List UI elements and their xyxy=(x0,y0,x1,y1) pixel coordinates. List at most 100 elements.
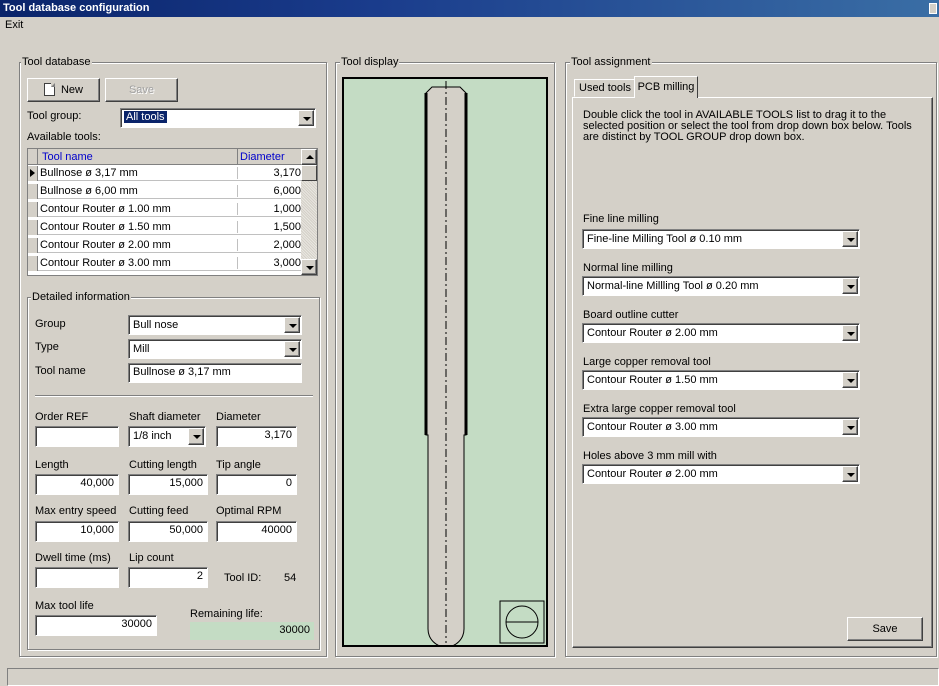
tool-display-title: Tool display xyxy=(340,56,400,68)
tab-pcb-milling[interactable]: PCB milling xyxy=(634,76,698,98)
tool-diameter-cell: 6,000 xyxy=(237,185,303,197)
large-copper-label: Large copper removal tool xyxy=(583,356,711,368)
new-label: New xyxy=(60,84,83,96)
tool-name-field[interactable]: Bullnose ø 3,17 mm xyxy=(128,363,302,383)
chevron-down-icon[interactable] xyxy=(284,317,300,333)
fine-line-select[interactable]: Fine-line Milling Tool ø 0.10 mm xyxy=(582,229,860,249)
tab-used-tools[interactable]: Used tools xyxy=(574,79,636,97)
shaft-diameter-label: Shaft diameter xyxy=(129,411,201,423)
normal-line-label: Normal line milling xyxy=(583,262,673,274)
chevron-down-icon[interactable] xyxy=(188,428,204,445)
chevron-down-icon[interactable] xyxy=(842,325,858,341)
scroll-thumb[interactable] xyxy=(301,165,317,181)
column-header-name[interactable]: Tool name xyxy=(42,151,93,163)
table-row[interactable]: Bullnose ø 3,17 mm 3,170 xyxy=(28,166,306,181)
tool-id-value: 54 xyxy=(284,572,297,584)
tool-group-label: Tool group: xyxy=(27,110,82,122)
large-copper-select[interactable]: Contour Router ø 1.50 mm xyxy=(582,370,860,390)
cutting-length-label: Cutting length xyxy=(129,459,197,471)
holes-mill-label: Holes above 3 mm mill with xyxy=(583,450,717,462)
tip-angle-field[interactable]: 0 xyxy=(216,474,297,495)
row-pointer-icon xyxy=(30,169,35,177)
extra-large-copper-select[interactable]: Contour Router ø 3.00 mm xyxy=(582,417,860,437)
dwell-time-field[interactable] xyxy=(35,567,119,588)
available-tools-grid[interactable]: Tool name Diameter Bullnose ø 3,17 mm 3,1… xyxy=(27,148,318,276)
table-row[interactable]: Contour Router ø 1.00 mm 1,000 xyxy=(28,202,306,217)
table-row[interactable]: Contour Router ø 3.00 mm 3,000 xyxy=(28,256,306,271)
tool-group-value: All tools xyxy=(124,111,167,123)
chevron-down-icon[interactable] xyxy=(842,466,858,482)
normal-line-select[interactable]: Normal-line Millling Tool ø 0.20 mm xyxy=(582,276,860,296)
type-select[interactable]: Mill xyxy=(128,339,302,359)
outline-cutter-select[interactable]: Contour Router ø 2.00 mm xyxy=(582,323,860,343)
optimal-rpm-field[interactable]: 40000 xyxy=(216,521,297,542)
group-select[interactable]: Bull nose xyxy=(128,315,302,335)
max-entry-speed-field[interactable]: 10,000 xyxy=(35,521,119,542)
tool-drawing xyxy=(424,81,545,648)
tool-name-cell: Bullnose ø 6,00 mm xyxy=(40,185,138,197)
tool-diameter-cell: 2,000 xyxy=(237,239,303,251)
table-row[interactable]: Bullnose ø 6,00 mm 6,000 xyxy=(28,184,306,199)
cutting-length-field[interactable]: 15,000 xyxy=(128,474,208,495)
lip-count-field[interactable]: 2 xyxy=(128,567,208,588)
chevron-down-icon[interactable] xyxy=(842,278,858,294)
lip-count-label: Lip count xyxy=(129,552,174,564)
chevron-down-icon[interactable] xyxy=(842,372,858,388)
tool-name-cell: Contour Router ø 2.00 mm xyxy=(40,239,171,251)
tip-angle-label: Tip angle xyxy=(216,459,261,471)
outline-cutter-value: Contour Router ø 2.00 mm xyxy=(587,327,718,339)
tool-display-canvas xyxy=(342,77,548,648)
normal-line-value: Normal-line Millling Tool ø 0.20 mm xyxy=(587,280,759,292)
remaining-life-label: Remaining life: xyxy=(190,608,263,620)
detailed-info-title: Detailed information xyxy=(31,291,131,303)
chevron-down-icon[interactable] xyxy=(842,419,858,435)
optimal-rpm-label: Optimal RPM xyxy=(216,505,282,517)
shaft-diameter-select[interactable]: 1/8 inch xyxy=(128,426,206,447)
scroll-down-icon[interactable] xyxy=(301,259,317,275)
length-field[interactable]: 40,000 xyxy=(35,474,119,495)
table-row[interactable]: Contour Router ø 2.00 mm 2,000 xyxy=(28,238,306,253)
window-control-button[interactable] xyxy=(929,3,937,14)
holes-mill-select[interactable]: Contour Router ø 2.00 mm xyxy=(582,464,860,484)
column-header-diameter[interactable]: Diameter xyxy=(237,149,304,165)
large-copper-value: Contour Router ø 1.50 mm xyxy=(587,374,718,386)
max-tool-life-label: Max tool life xyxy=(35,600,94,612)
order-ref-label: Order REF xyxy=(35,411,89,423)
new-doc-icon xyxy=(43,83,55,96)
save-assignment-button[interactable]: Save xyxy=(847,617,923,641)
shaft-diameter-value: 1/8 inch xyxy=(133,430,172,442)
grid-scrollbar[interactable] xyxy=(301,149,317,275)
fine-line-value: Fine-line Milling Tool ø 0.10 mm xyxy=(587,233,743,245)
chevron-down-icon[interactable] xyxy=(298,110,314,126)
type-value: Mill xyxy=(133,343,150,355)
diameter-field[interactable]: 3,170 xyxy=(216,426,297,447)
tool-name-label: Tool name xyxy=(35,365,86,377)
new-button[interactable]: New xyxy=(27,78,100,102)
order-ref-field[interactable] xyxy=(35,426,119,447)
tool-diameter-cell: 1,500 xyxy=(237,221,303,233)
tool-assignment-title: Tool assignment xyxy=(570,56,652,68)
window-title: Tool database configuration xyxy=(3,2,150,14)
save-tool-button[interactable]: Save xyxy=(105,78,178,102)
tool-name-cell: Contour Router ø 3.00 mm xyxy=(40,257,171,269)
max-tool-life-field[interactable]: 30000 xyxy=(35,615,157,636)
available-tools-label: Available tools: xyxy=(27,131,101,143)
tool-group-select[interactable]: All tools xyxy=(120,108,316,128)
tool-diameter-cell: 1,000 xyxy=(237,203,303,215)
dwell-time-label: Dwell time (ms) xyxy=(35,552,111,564)
title-bar: Tool database configuration xyxy=(0,0,939,17)
type-label: Type xyxy=(35,341,59,353)
group-value: Bull nose xyxy=(133,319,179,331)
outline-cutter-label: Board outline cutter xyxy=(583,309,679,321)
chevron-down-icon[interactable] xyxy=(842,231,858,247)
table-row[interactable]: Contour Router ø 1.50 mm 1,500 xyxy=(28,220,306,235)
menu-exit[interactable]: Exit xyxy=(5,19,23,31)
save-assignment-label: Save xyxy=(872,623,898,635)
scroll-up-icon[interactable] xyxy=(301,149,317,165)
cutting-feed-field[interactable]: 50,000 xyxy=(128,521,208,542)
grid-header: Tool name Diameter xyxy=(28,149,317,165)
chevron-down-icon[interactable] xyxy=(284,341,300,357)
fine-line-label: Fine line milling xyxy=(583,213,659,225)
remaining-life-value: 30000 xyxy=(190,622,314,640)
divider xyxy=(35,395,313,397)
